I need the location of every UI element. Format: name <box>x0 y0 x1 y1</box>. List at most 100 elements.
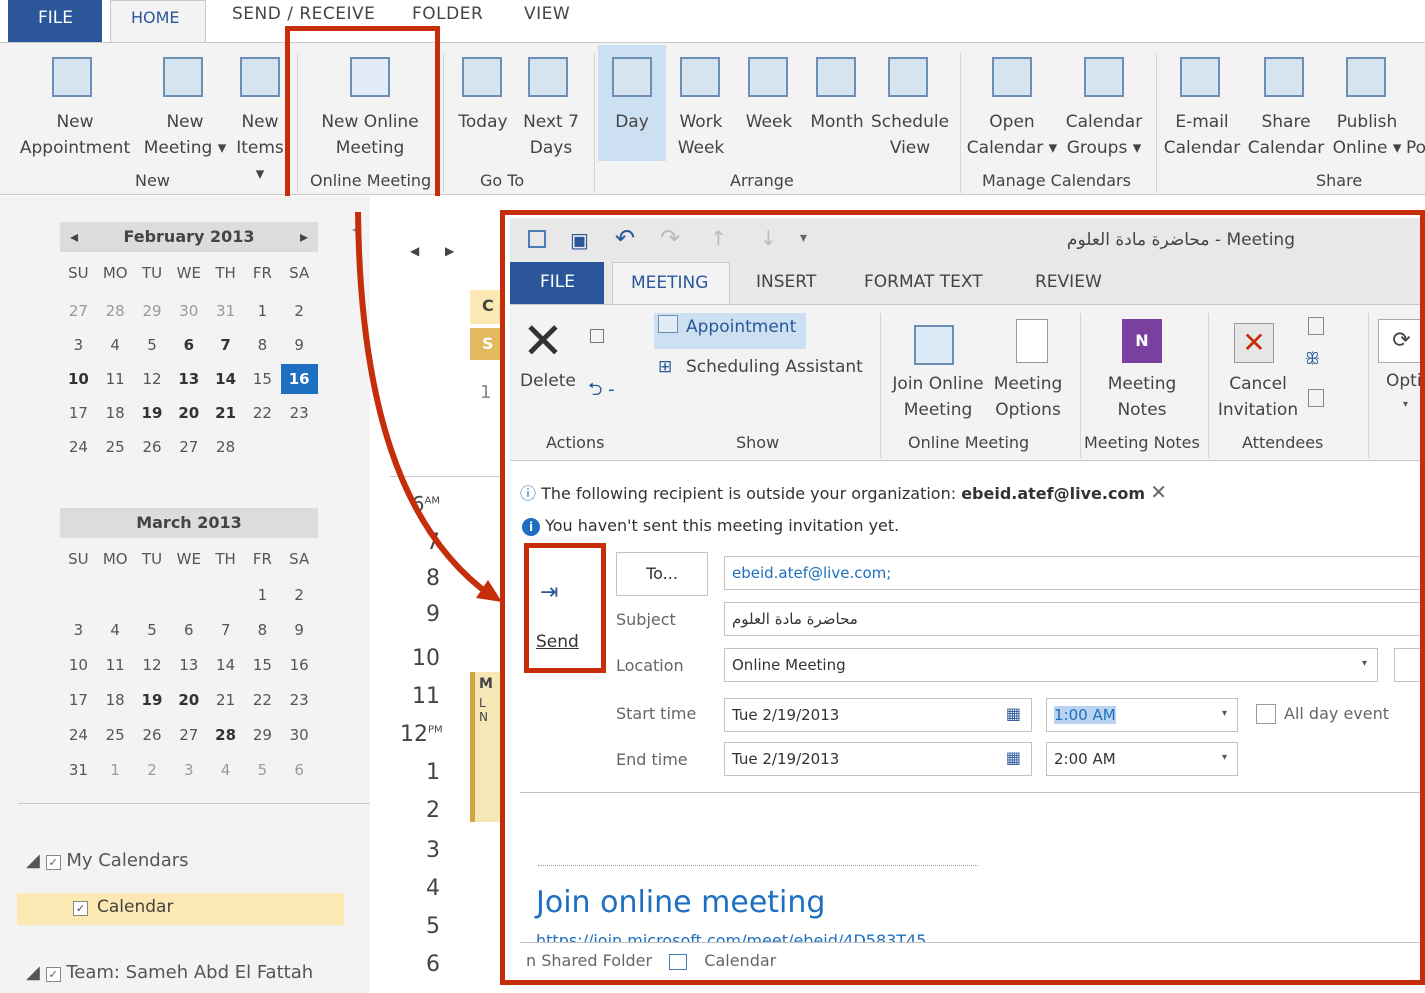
day-cell[interactable]: 9 <box>281 615 318 645</box>
day-cell[interactable]: 23 <box>281 685 318 715</box>
day-cell[interactable]: 17 <box>60 685 97 715</box>
tab-file[interactable]: FILE <box>8 0 102 42</box>
day-cell[interactable]: 20 <box>170 685 207 715</box>
next-7-days-button[interactable]: Next 7 Days <box>516 109 586 161</box>
day-cell[interactable]: 8 <box>244 330 281 360</box>
day-cell[interactable]: 25 <box>97 432 134 462</box>
checkbox-my-calendars[interactable]: ✓ <box>45 855 61 870</box>
day-cell[interactable]: 10 <box>60 364 97 394</box>
day-cell[interactable]: 1 <box>244 296 281 326</box>
day-cell[interactable]: 8 <box>244 615 281 645</box>
day-cell[interactable]: 23 <box>281 398 318 428</box>
day-cell[interactable]: 18 <box>97 398 134 428</box>
day-cell[interactable]: 10 <box>60 650 97 680</box>
month-button[interactable]: Month <box>804 109 870 135</box>
expand-icon[interactable]: ◢ <box>26 850 40 871</box>
open-calendar-button[interactable]: Open Calendar ▾ <box>966 109 1058 161</box>
day-cell[interactable]: 5 <box>134 615 171 645</box>
prev-month-arrow[interactable]: ◂ <box>70 222 78 252</box>
email-calendar-button[interactable]: E-mail Calendar <box>1160 109 1244 161</box>
day-cell[interactable]: 19 <box>134 685 171 715</box>
expand-icon[interactable]: ◢ <box>26 962 40 983</box>
day-cell[interactable]: 29 <box>134 296 171 326</box>
day-cell[interactable]: 16 <box>281 650 318 680</box>
po-button-clipped[interactable]: Po <box>1406 135 1425 161</box>
new-appointment-button[interactable]: New Appointment <box>10 109 140 161</box>
day-cell[interactable]: 4 <box>207 755 244 785</box>
tab-home[interactable]: HOME <box>110 0 206 42</box>
day-cell[interactable]: 15 <box>244 364 281 394</box>
day-cell[interactable]: 7 <box>207 615 244 645</box>
day-cell[interactable]: 25 <box>97 720 134 750</box>
folder-team[interactable]: ◢ ✓ Team: Sameh Abd El Fattah <box>26 962 313 983</box>
day-cell[interactable]: 29 <box>244 720 281 750</box>
day-cell[interactable]: 5 <box>134 330 171 360</box>
tab-view[interactable]: VIEW <box>524 4 570 24</box>
folder-calendar-selected[interactable]: ✓ Calendar <box>17 893 344 925</box>
day-cell[interactable]: 30 <box>170 296 207 326</box>
day-cell[interactable]: 30 <box>281 720 318 750</box>
day-cell[interactable]: 6 <box>281 755 318 785</box>
schedule-view-button[interactable]: Schedule View <box>868 109 952 161</box>
day-cell[interactable]: 3 <box>60 330 97 360</box>
day-cell[interactable]: 26 <box>134 720 171 750</box>
day-cell[interactable]: 11 <box>97 650 134 680</box>
day-cell[interactable]: 6 <box>170 615 207 645</box>
day-cell[interactable] <box>97 580 134 610</box>
day-cell[interactable]: 13 <box>170 364 207 394</box>
day-cell-today[interactable]: 16 <box>280 364 318 394</box>
day-cell[interactable]: 21 <box>207 685 244 715</box>
day-cell[interactable]: 28 <box>97 296 134 326</box>
day-cell[interactable]: 31 <box>207 296 244 326</box>
calendar-groups-button[interactable]: Calendar Groups ▾ <box>1058 109 1150 161</box>
day-cell[interactable]: 28 <box>207 720 244 750</box>
share-calendar-button[interactable]: Share Calendar <box>1244 109 1328 161</box>
day-cell[interactable]: 14 <box>207 650 244 680</box>
day-cell[interactable] <box>170 580 207 610</box>
day-cell[interactable]: 3 <box>60 615 97 645</box>
week-button[interactable]: Week <box>736 109 802 135</box>
day-cell[interactable]: 21 <box>207 398 244 428</box>
day-cell[interactable]: 27 <box>170 432 207 462</box>
day-cell[interactable]: 7 <box>207 330 244 360</box>
day-cell[interactable]: 1 <box>244 580 281 610</box>
day-cell[interactable]: 27 <box>60 296 97 326</box>
new-items-button[interactable]: New Items ▾ <box>230 109 290 187</box>
day-cell[interactable] <box>244 432 281 462</box>
day-cell[interactable]: 14 <box>207 364 244 394</box>
day-cell[interactable]: 28 <box>207 432 244 462</box>
day-cell[interactable]: 24 <box>60 432 97 462</box>
day-cell[interactable] <box>281 432 318 462</box>
day-cell[interactable]: 2 <box>281 580 318 610</box>
day-cell[interactable]: 3 <box>170 755 207 785</box>
day-cell[interactable]: 15 <box>244 650 281 680</box>
tab-folder[interactable]: FOLDER <box>412 4 483 24</box>
day-cell[interactable]: 24 <box>60 720 97 750</box>
day-cell[interactable]: 4 <box>97 615 134 645</box>
day-cell[interactable]: 22 <box>244 685 281 715</box>
work-week-button[interactable]: Work Week <box>668 109 734 161</box>
day-cell[interactable]: 31 <box>60 755 97 785</box>
day-cell[interactable]: 2 <box>281 296 318 326</box>
new-meeting-button[interactable]: New Meeting ▾ <box>140 109 230 161</box>
day-button[interactable]: Day <box>598 109 666 135</box>
day-cell[interactable]: 20 <box>170 398 207 428</box>
checkbox-team[interactable]: ✓ <box>45 967 61 982</box>
day-cell[interactable]: 22 <box>244 398 281 428</box>
day-cell[interactable]: 18 <box>97 685 134 715</box>
day-cell[interactable]: 17 <box>60 398 97 428</box>
day-cell[interactable]: 12 <box>134 364 171 394</box>
day-cell[interactable] <box>207 580 244 610</box>
day-cell[interactable]: 27 <box>170 720 207 750</box>
publish-online-button[interactable]: Publish Online ▾ <box>1328 109 1406 161</box>
day-cell[interactable]: 19 <box>134 398 171 428</box>
day-cell[interactable]: 5 <box>244 755 281 785</box>
day-cell[interactable]: 12 <box>134 650 171 680</box>
folder-my-calendars[interactable]: ◢ ✓ My Calendars <box>26 850 189 871</box>
day-cell[interactable]: 26 <box>134 432 171 462</box>
day-cell[interactable]: 9 <box>281 330 318 360</box>
tab-send-receive[interactable]: SEND / RECEIVE <box>232 4 375 24</box>
today-button[interactable]: Today <box>450 109 516 135</box>
day-cell[interactable]: 2 <box>134 755 171 785</box>
day-cell[interactable] <box>134 580 171 610</box>
